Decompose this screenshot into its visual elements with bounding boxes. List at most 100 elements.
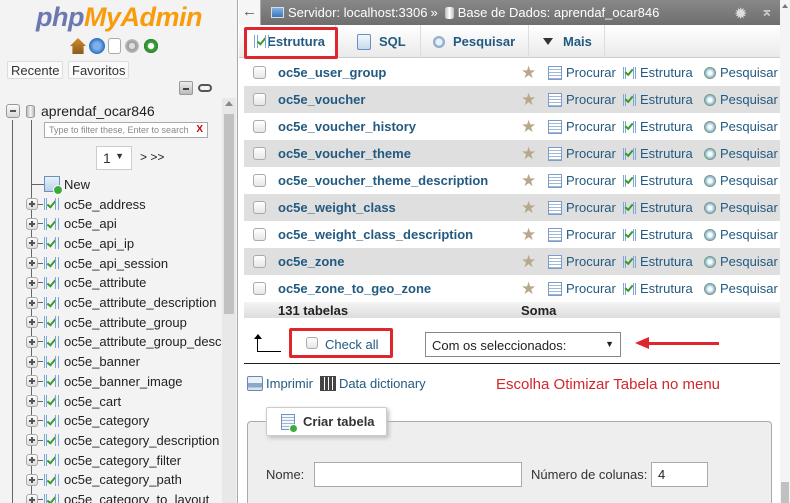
expand-icon[interactable] bbox=[26, 237, 38, 250]
tree-table-item[interactable]: oc5e_attribute bbox=[26, 273, 146, 293]
table-structure-icon[interactable] bbox=[44, 197, 60, 211]
table-structure-icon[interactable] bbox=[44, 276, 60, 290]
structure-link[interactable]: Estrutura bbox=[623, 281, 693, 296]
search-link[interactable]: Pesquisar bbox=[704, 92, 778, 107]
table-structure-icon[interactable] bbox=[44, 315, 60, 329]
tree-new-table[interactable]: New bbox=[32, 176, 90, 195]
help-icon[interactable] bbox=[89, 38, 105, 54]
table-name-link[interactable]: oc5e_weight_class_description bbox=[278, 227, 473, 242]
expand-icon[interactable] bbox=[26, 355, 38, 368]
search-link[interactable]: Pesquisar bbox=[704, 254, 778, 269]
row-checkbox[interactable] bbox=[253, 255, 266, 268]
search-link[interactable]: Pesquisar bbox=[704, 200, 778, 215]
browse-link[interactable]: Procurar bbox=[548, 119, 616, 134]
expand-icon[interactable] bbox=[26, 395, 38, 407]
table-structure-icon[interactable] bbox=[44, 493, 60, 503]
settings-gear-icon[interactable]: ✹ bbox=[734, 4, 747, 24]
docs-icon[interactable] bbox=[108, 38, 121, 54]
tree-table-item[interactable]: oc5e_cart bbox=[26, 391, 121, 411]
expand-icon[interactable] bbox=[26, 414, 38, 427]
row-checkbox[interactable] bbox=[253, 93, 266, 106]
favorite-star-icon[interactable]: ★ bbox=[521, 64, 536, 81]
tree-table-item[interactable]: oc5e_api_ip bbox=[26, 233, 134, 253]
table-name-input[interactable] bbox=[314, 462, 522, 487]
breadcrumb-database[interactable]: Base de Dados: aprendaf_ocar846 bbox=[458, 5, 660, 20]
tab-pesquisar[interactable]: Pesquisar bbox=[421, 25, 529, 58]
collapse-icon[interactable] bbox=[6, 104, 20, 118]
table-name-link[interactable]: oc5e_voucher_history bbox=[278, 119, 416, 134]
table-name-link[interactable]: oc5e_voucher_theme bbox=[278, 146, 411, 161]
table-name-link[interactable]: oc5e_voucher bbox=[278, 92, 365, 107]
tree-table-item[interactable]: oc5e_api_session bbox=[26, 253, 168, 273]
tree-database[interactable]: aprendaf_ocar846 bbox=[6, 102, 155, 120]
tab-sql[interactable]: SQL bbox=[343, 25, 421, 58]
table-structure-icon[interactable] bbox=[44, 374, 60, 388]
browse-link[interactable]: Procurar bbox=[548, 227, 616, 242]
structure-link[interactable]: Estrutura bbox=[623, 227, 693, 242]
table-name-link[interactable]: oc5e_weight_class bbox=[278, 200, 396, 215]
row-checkbox[interactable] bbox=[253, 147, 266, 160]
table-name-link[interactable]: oc5e_zone_to_geo_zone bbox=[278, 281, 431, 296]
back-arrow-icon[interactable]: ← bbox=[239, 0, 261, 25]
row-checkbox[interactable] bbox=[253, 120, 266, 133]
favorite-star-icon[interactable]: ★ bbox=[521, 145, 536, 162]
table-structure-icon[interactable] bbox=[44, 296, 60, 310]
tree-table-item[interactable]: oc5e_category_path bbox=[26, 470, 182, 490]
page-select[interactable]: 1 ▼ bbox=[96, 146, 132, 170]
browse-link[interactable]: Procurar bbox=[548, 254, 616, 269]
expand-icon[interactable] bbox=[26, 454, 38, 467]
search-link[interactable]: Pesquisar bbox=[704, 119, 778, 134]
structure-link[interactable]: Estrutura bbox=[623, 146, 693, 161]
table-structure-icon[interactable] bbox=[44, 355, 60, 369]
table-structure-icon[interactable] bbox=[44, 453, 60, 467]
table-name-link[interactable]: oc5e_user_group bbox=[278, 65, 386, 80]
tree-table-item[interactable]: oc5e_banner_image bbox=[26, 371, 183, 391]
favorite-star-icon[interactable]: ★ bbox=[521, 253, 536, 270]
row-checkbox[interactable] bbox=[253, 201, 266, 214]
row-checkbox[interactable] bbox=[253, 66, 266, 79]
tree-table-item[interactable]: oc5e_category_filter bbox=[26, 450, 181, 470]
expand-icon[interactable] bbox=[26, 434, 38, 447]
tree-table-item[interactable]: oc5e_api bbox=[26, 214, 117, 234]
browse-link[interactable]: Procurar bbox=[548, 146, 616, 161]
tree-table-item[interactable]: oc5e_attribute_group_desc bbox=[26, 332, 222, 352]
favorite-star-icon[interactable]: ★ bbox=[521, 172, 536, 189]
table-structure-icon[interactable] bbox=[44, 256, 60, 270]
structure-link[interactable]: Estrutura bbox=[623, 119, 693, 134]
tree-table-item[interactable]: oc5e_address bbox=[26, 194, 146, 214]
column-count-input[interactable] bbox=[651, 462, 708, 487]
tree-table-item[interactable]: oc5e_attribute_group bbox=[26, 312, 187, 332]
table-structure-icon[interactable] bbox=[44, 217, 60, 231]
browse-link[interactable]: Procurar bbox=[548, 281, 616, 296]
breadcrumb-server[interactable]: Servidor: localhost:3306 bbox=[288, 5, 427, 20]
print-link[interactable]: Imprimir bbox=[266, 376, 313, 391]
sidebar-scrollbar[interactable] bbox=[222, 98, 236, 503]
structure-link[interactable]: Estrutura bbox=[623, 92, 693, 107]
browse-link[interactable]: Procurar bbox=[548, 65, 616, 80]
table-structure-icon[interactable] bbox=[44, 335, 60, 349]
clear-filter-icon[interactable]: X bbox=[196, 124, 203, 135]
collapse-all-icon[interactable] bbox=[179, 81, 193, 95]
search-link[interactable]: Pesquisar bbox=[704, 146, 778, 161]
main-scrollbar[interactable] bbox=[780, 0, 790, 503]
table-structure-icon[interactable] bbox=[44, 414, 60, 428]
tab-mais[interactable]: Mais bbox=[529, 25, 605, 58]
favorite-star-icon[interactable]: ★ bbox=[521, 280, 536, 297]
favorite-star-icon[interactable]: ★ bbox=[521, 199, 536, 216]
row-checkbox[interactable] bbox=[253, 282, 266, 295]
search-link[interactable]: Pesquisar bbox=[704, 227, 778, 242]
reload-icon[interactable] bbox=[143, 38, 159, 54]
home-icon[interactable] bbox=[70, 38, 86, 54]
scrollbar-thumb[interactable] bbox=[224, 114, 234, 314]
favorite-star-icon[interactable]: ★ bbox=[521, 226, 536, 243]
scroll-up-icon[interactable] bbox=[782, 4, 788, 8]
expand-icon[interactable] bbox=[26, 198, 38, 210]
expand-icon[interactable] bbox=[26, 296, 38, 309]
phpmyadmin-logo[interactable]: phpMyAdmin bbox=[36, 2, 202, 33]
favorite-star-icon[interactable]: ★ bbox=[521, 118, 536, 135]
table-structure-icon[interactable] bbox=[44, 394, 60, 408]
favorite-star-icon[interactable]: ★ bbox=[521, 91, 536, 108]
browse-link[interactable]: Procurar bbox=[548, 200, 616, 215]
settings-icon[interactable] bbox=[124, 38, 140, 54]
browse-link[interactable]: Procurar bbox=[548, 173, 616, 188]
